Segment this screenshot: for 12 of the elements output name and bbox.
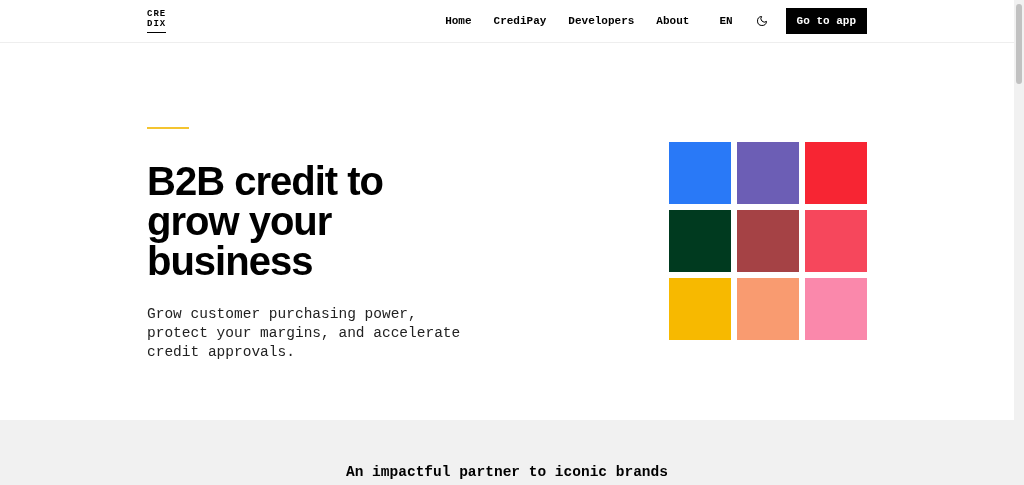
nav-link[interactable]: About [656, 12, 690, 30]
nav-link[interactable]: CrediPay [493, 12, 547, 30]
section-heading: An impactful partner to iconic brands [346, 463, 668, 480]
hero-heading: B2B credit to grow your business [147, 161, 384, 281]
nav-link[interactable]: Developers [568, 12, 635, 30]
nav-link[interactable]: Home [445, 12, 472, 30]
logo[interactable]: CRE DIX [147, 9, 167, 33]
go-to-app-button[interactable]: Go to app [785, 8, 867, 34]
language-switcher[interactable]: EN [719, 12, 733, 30]
hero-description: Grow customer purchasing power, protect your margins, and accelerate credit approvals. [147, 305, 462, 362]
dark-mode-icon[interactable] [755, 15, 768, 27]
scrollbar[interactable] [1014, 0, 1024, 485]
